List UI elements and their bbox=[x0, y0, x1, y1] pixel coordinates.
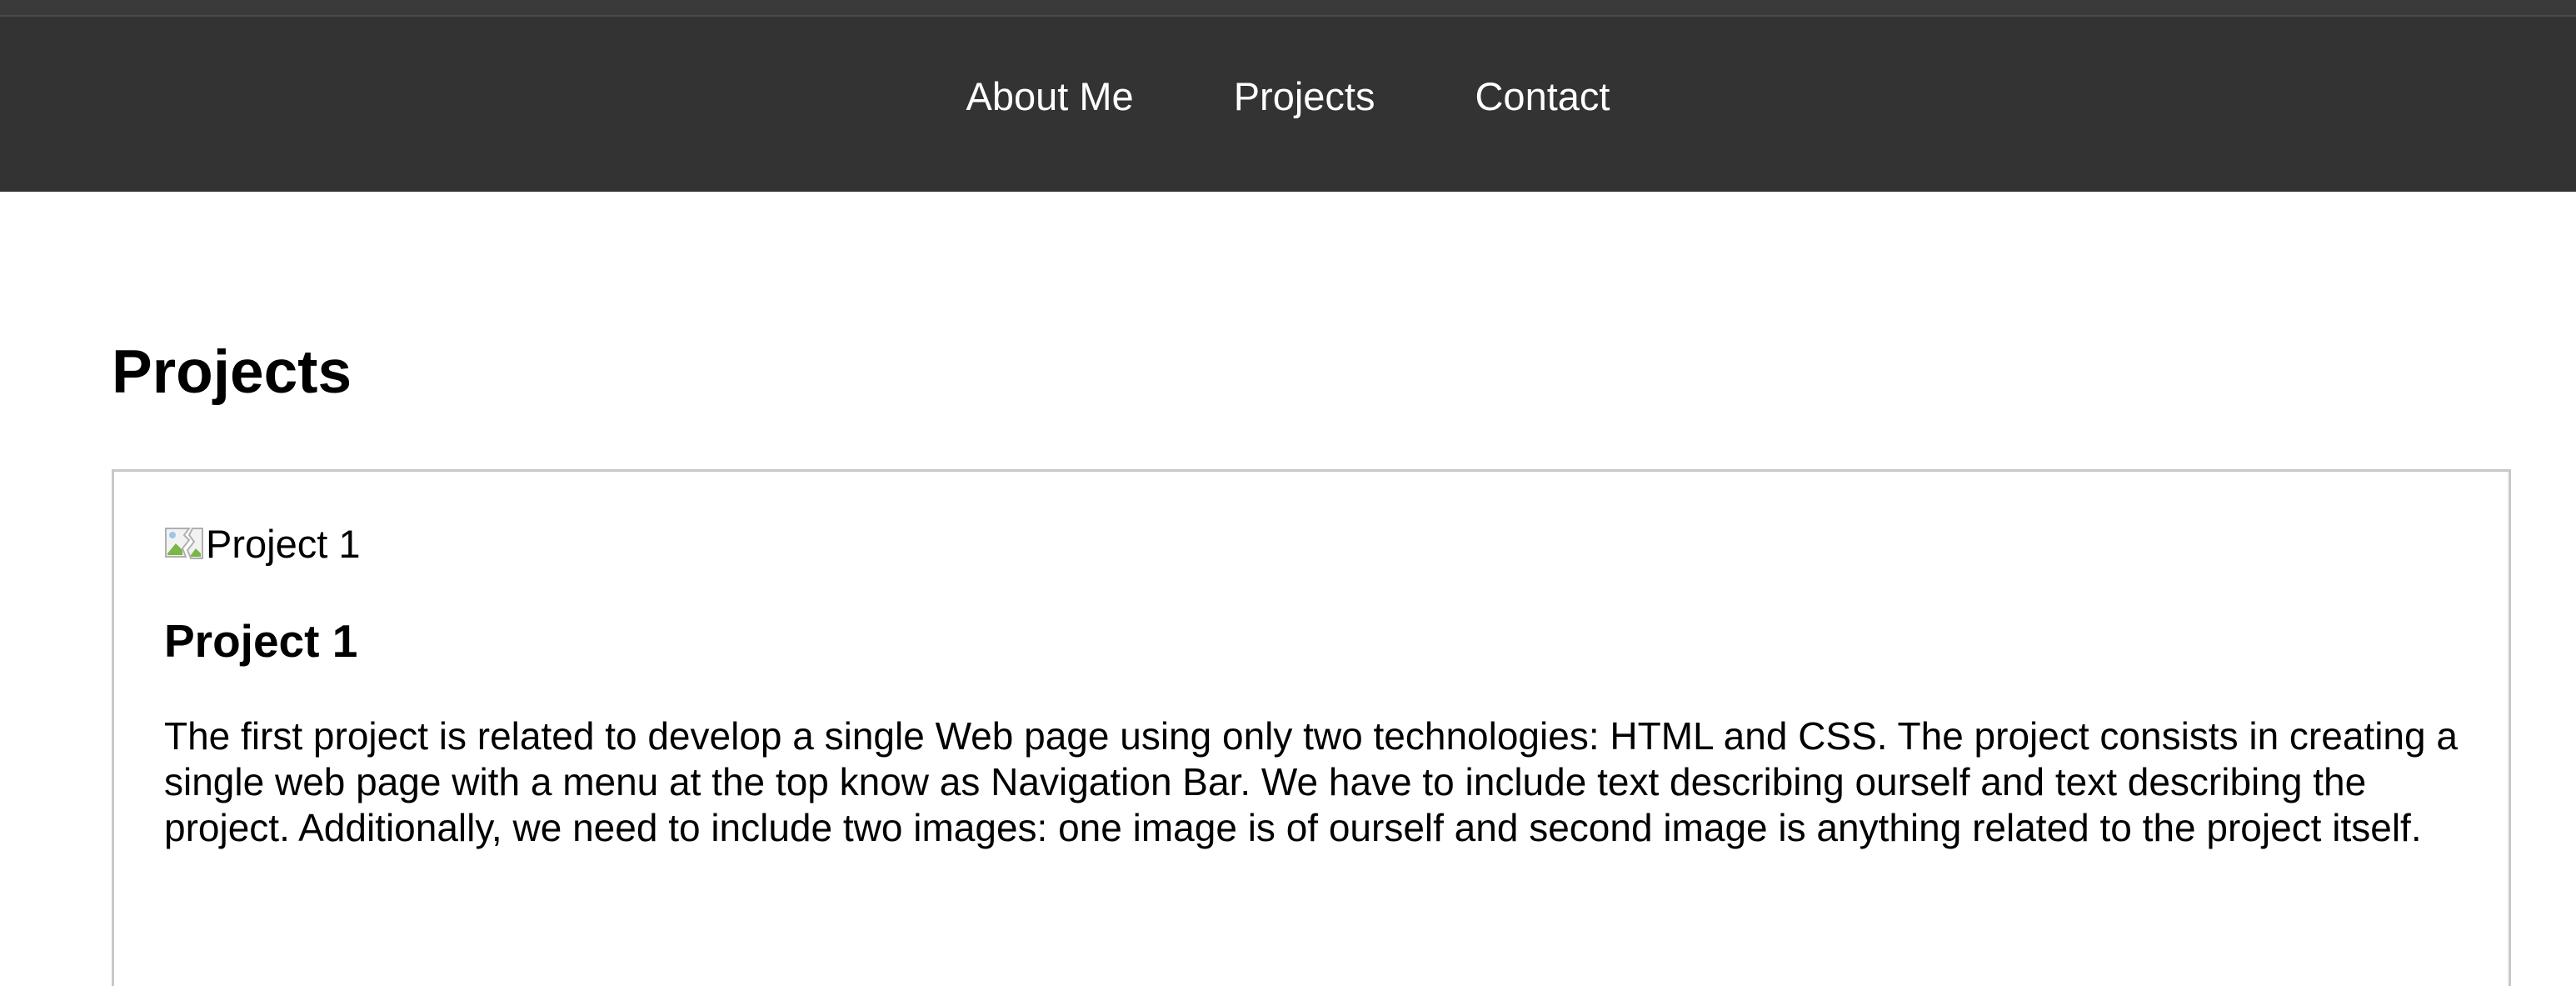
section-title: Projects bbox=[112, 338, 352, 406]
nav-link-contact[interactable]: Contact bbox=[1475, 73, 1610, 119]
project-card: Project 1 Project 1 The first project is… bbox=[112, 469, 2511, 986]
main-content: Projects Project 1 Project 1 The first p… bbox=[0, 192, 2576, 986]
browser-top-strip bbox=[0, 0, 2576, 17]
navigation-bar: About Me Projects Contact bbox=[0, 17, 2576, 192]
project-image: Project 1 bbox=[164, 520, 360, 567]
project-description: The first project is related to develop … bbox=[164, 713, 2458, 849]
project-image-alt-text: Project 1 bbox=[206, 521, 361, 566]
nav-link-about-me[interactable]: About Me bbox=[966, 73, 1134, 119]
nav-link-projects[interactable]: Projects bbox=[1234, 73, 1375, 119]
broken-image-icon bbox=[164, 523, 204, 563]
project-title: Project 1 bbox=[164, 615, 358, 667]
